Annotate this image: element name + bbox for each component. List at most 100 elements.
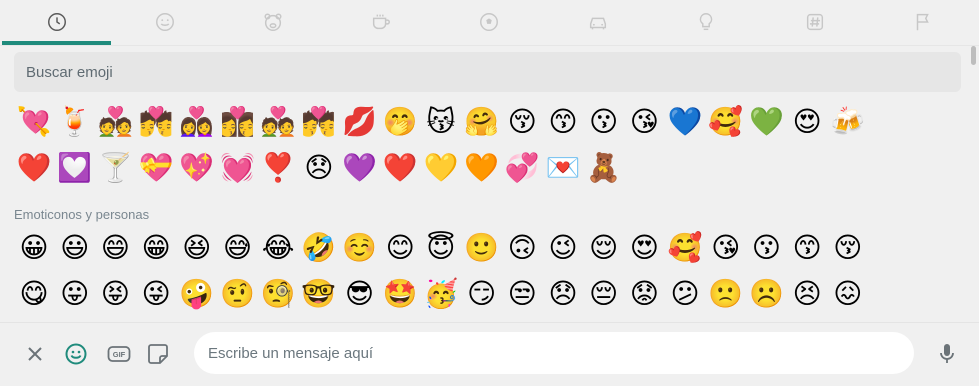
voice-message-button[interactable] — [932, 339, 962, 369]
emoji-button[interactable]: 😇 — [421, 228, 461, 268]
gif-button[interactable]: GIF — [104, 339, 134, 369]
emoji-button[interactable]: 😕 — [665, 274, 705, 314]
emoji-button[interactable]: 🧸 — [584, 148, 624, 188]
tab-animals[interactable] — [218, 0, 327, 44]
emoji-button[interactable]: 🤨 — [217, 274, 257, 314]
emoji-button[interactable]: 💋 — [340, 102, 380, 142]
emoji-button[interactable]: ❤️ — [14, 148, 54, 188]
tab-objects[interactable] — [651, 0, 760, 44]
emoji-button[interactable]: 😛 — [55, 274, 95, 314]
emoji-button[interactable]: 👩‍❤️‍💋‍👩 — [217, 102, 257, 142]
emoji-button[interactable]: 🤪 — [177, 274, 217, 314]
emoji-button[interactable]: 😀 — [14, 228, 54, 268]
emoji-button[interactable]: 😏 — [462, 274, 502, 314]
clock-icon — [47, 13, 66, 31]
section-title: Emoticonos y personas — [14, 207, 150, 222]
emoji-button[interactable]: 💝 — [136, 148, 176, 188]
emoji-button[interactable]: 😘 — [624, 102, 664, 142]
close-panel-button[interactable] — [20, 339, 50, 369]
scrollbar-thumb[interactable] — [971, 46, 976, 65]
tab-flags[interactable] — [868, 0, 977, 44]
emoji-button[interactable]: 😎 — [340, 274, 380, 314]
emoji-button[interactable]: 😋 — [14, 274, 54, 314]
emoji-button[interactable]: 🥰 — [706, 102, 746, 142]
emoji-button[interactable]: 😜 — [136, 274, 176, 314]
sticker-button[interactable] — [143, 339, 173, 369]
emoji-button[interactable]: ❣️ — [258, 148, 298, 188]
emoji-button[interactable]: 😂 — [258, 228, 298, 268]
emoji-button[interactable]: ☹️ — [746, 274, 786, 314]
emoji-button[interactable]: 😁 — [136, 228, 176, 268]
emoji-button[interactable]: 🧡 — [462, 148, 502, 188]
message-input[interactable] — [194, 332, 914, 374]
emoji-button[interactable]: ❤️ — [380, 148, 420, 188]
emoji-button[interactable]: 💞 — [502, 148, 542, 188]
emoji-search-input[interactable] — [14, 52, 961, 92]
emoji-button[interactable]: 💛 — [421, 148, 461, 188]
emoji-button[interactable]: 😚 — [502, 102, 542, 142]
emoji-button[interactable]: 💑 — [258, 102, 298, 142]
tab-symbols[interactable] — [760, 0, 869, 44]
emoji-button[interactable]: 😚 — [828, 228, 868, 268]
emoji-button[interactable]: 😍 — [624, 228, 664, 268]
emoji-button[interactable]: 😌 — [584, 228, 624, 268]
emoji-button[interactable]: 😖 — [828, 274, 868, 314]
emoji-button[interactable]: 😞 — [543, 274, 583, 314]
emoji-button[interactable]: 💌 — [543, 148, 583, 188]
emoji-panel-scrollbar[interactable] — [969, 44, 976, 322]
emoji-button[interactable]: 💙 — [665, 102, 705, 142]
emoji-button[interactable]: 🤭 — [380, 102, 420, 142]
emoji-button[interactable]: 😘 — [706, 228, 746, 268]
emoji-button[interactable]: 💘 — [14, 102, 54, 142]
emoji-button[interactable]: 🍸 — [95, 148, 135, 188]
tab-smileys[interactable] — [110, 0, 219, 44]
emoji-button[interactable]: 😗 — [584, 102, 624, 142]
tab-recent[interactable] — [2, 0, 111, 44]
emoji-button[interactable]: 💚 — [746, 102, 786, 142]
emoji-button[interactable]: 🙂 — [462, 228, 502, 268]
emoji-button[interactable]: 🤣 — [299, 228, 339, 268]
emoji-button[interactable]: 💜 — [340, 148, 380, 188]
emoji-button[interactable]: 😽 — [421, 102, 461, 142]
emoji-button[interactable]: 😄 — [95, 228, 135, 268]
emoji-button[interactable]: 😍 — [787, 102, 827, 142]
emoji-button[interactable]: 😒 — [502, 274, 542, 314]
emoji-button[interactable]: 🍹 — [55, 102, 95, 142]
emoji-button[interactable]: 🥰 — [665, 228, 705, 268]
emoji-button[interactable]: 😆 — [177, 228, 217, 268]
tab-activity[interactable] — [434, 0, 543, 44]
emoji-button[interactable]: 🙁 — [706, 274, 746, 314]
emoji-button[interactable]: 😔 — [584, 274, 624, 314]
emoji-button[interactable]: 🤗 — [462, 102, 502, 142]
emoji-button[interactable]: 💖 — [177, 148, 217, 188]
emoji-button[interactable]: 💟 — [55, 148, 95, 188]
emoji-button[interactable]: ☺️ — [340, 228, 380, 268]
tab-food[interactable] — [326, 0, 435, 44]
emoji-button[interactable]: 😟 — [624, 274, 664, 314]
emoji-button[interactable]: 🙃 — [502, 228, 542, 268]
emoji-button[interactable]: 💓 — [217, 148, 257, 188]
emoji-button[interactable]: 😃 — [55, 228, 95, 268]
emoji-button[interactable]: 😉 — [543, 228, 583, 268]
emoji-button[interactable]: 👩‍❤️‍👩 — [177, 102, 217, 142]
emoji-button[interactable]: 🤓 — [299, 274, 339, 314]
emoji-button[interactable]: 😊 — [380, 228, 420, 268]
emoji-button[interactable]: 😞 — [299, 148, 339, 188]
sticker-icon — [148, 344, 168, 364]
emoji-panel-button[interactable] — [61, 339, 91, 369]
tab-travel[interactable] — [543, 0, 652, 44]
emoji-button[interactable]: 😗 — [746, 228, 786, 268]
emoji-button[interactable]: 😣 — [787, 274, 827, 314]
emoji-button[interactable]: 🤩 — [380, 274, 420, 314]
emoji-button[interactable]: 💏 — [136, 102, 176, 142]
soccer-ball-icon — [479, 13, 498, 31]
emoji-button[interactable]: 💑 — [95, 102, 135, 142]
emoji-button[interactable]: 😙 — [543, 102, 583, 142]
emoji-button[interactable]: 😙 — [787, 228, 827, 268]
emoji-button[interactable]: 🥳 — [421, 274, 461, 314]
emoji-button[interactable]: 💏 — [299, 102, 339, 142]
emoji-button[interactable]: 🧐 — [258, 274, 298, 314]
emoji-button[interactable]: 😝 — [95, 274, 135, 314]
emoji-button[interactable]: 🍻 — [828, 102, 868, 142]
emoji-button[interactable]: 😅 — [217, 228, 257, 268]
